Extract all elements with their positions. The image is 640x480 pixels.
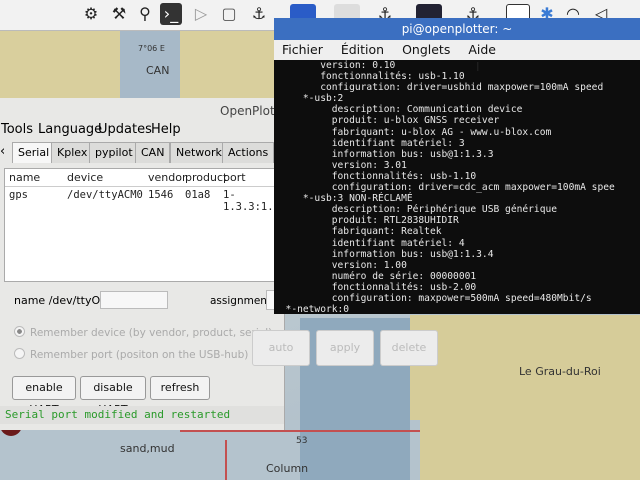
column-header[interactable]: name [9, 171, 40, 184]
terminal-line: version: 1.00 [274, 259, 407, 271]
chart-top-coord: 7°06 E [138, 44, 165, 53]
column-header[interactable]: device [67, 171, 103, 184]
status-text: Serial port modified and restarted [5, 408, 231, 421]
column-header[interactable]: vendor [148, 171, 186, 184]
table-row[interactable]: gps /dev/ttyACM0 1546 01a8 1-1.3.3:1.0 [5, 187, 280, 213]
openplotter-window: OpenPlotte Tools Language Updates Help ‹… [0, 98, 310, 430]
terminal-line: identifiant matériel: 3 [274, 137, 465, 149]
column-header[interactable]: port [223, 171, 246, 184]
status-bar: Serial port modified and restarted [0, 406, 284, 424]
refresh-button[interactable]: refresh [150, 376, 210, 400]
terminal-icon[interactable]: ›_ [160, 3, 182, 25]
tab-bar: ‹ Serial Kplex pypilot CAN Network Actio… [0, 142, 284, 164]
table-cell: 1-1.3.3:1.0 [223, 189, 280, 213]
chart-label-grau: Le Grau-du-Roi [519, 365, 601, 378]
chart-land-east [410, 315, 640, 480]
terminal-line: version: 3.01 [274, 159, 407, 171]
terminal-line: information bus: usb@1:1.3.4 [274, 248, 494, 260]
chart-red-line [180, 430, 420, 432]
table-cell: 01a8 [185, 189, 211, 201]
menu-language[interactable]: Language [38, 122, 102, 137]
device-table[interactable]: name device vendor product port gps /dev… [4, 168, 280, 282]
tab-network[interactable]: Network [170, 142, 228, 163]
terminal-line: fonctionnalités: usb-2.00 [274, 281, 477, 293]
window-title: OpenPlotte [220, 104, 287, 118]
text-cursor-icon: I [476, 60, 480, 74]
tab-serial[interactable]: Serial [12, 142, 56, 163]
name-label: name /dev/ttyOP_ [14, 294, 113, 307]
terminal-line: fabriquant: Realtek [274, 226, 442, 238]
chart-label-column: Column [266, 462, 309, 475]
tab-pypilot[interactable]: pypilot [89, 142, 139, 163]
assignment-label: assignment [210, 295, 272, 307]
disable-uart-button[interactable]: disable UART [80, 376, 146, 416]
terminal-line: version: 0.10 [274, 60, 396, 71]
terminal-window[interactable]: pi@openplotter: ~ Fichier Édition Onglet… [274, 18, 640, 314]
menu-updates[interactable]: Updates [98, 122, 152, 137]
terminal-line: *-usb:3 NON-RÉCLAMÉ [274, 193, 413, 205]
chart-sounding: 53 [296, 436, 308, 446]
table-cell: 1546 [148, 189, 174, 201]
search-icon[interactable]: ⚲ [134, 3, 156, 25]
menu-tools[interactable]: Tools [1, 122, 33, 137]
menu-fichier[interactable]: Fichier [282, 42, 323, 57]
radio-remember-device[interactable]: Remember device (by vendor, product, ser… [14, 326, 272, 339]
enable-uart-button[interactable]: enable UART [12, 376, 76, 416]
terminal-line: identifiant matériel: 4 [274, 237, 465, 249]
delete-button[interactable]: delete [380, 330, 438, 366]
terminal-line: *-usb:2 [274, 93, 344, 105]
chart-label-sand: sand,mud [120, 442, 175, 455]
table-cell: /dev/ttyACM0 [67, 189, 143, 201]
chart-red-line-vertical [225, 440, 227, 480]
radio-remember-port[interactable]: Remember port (positon on the USB-hub) [14, 348, 248, 361]
terminal-line: fonctionnalités: usb-1.10 [274, 71, 465, 83]
menu-onglets[interactable]: Onglets [402, 42, 450, 57]
terminal-output[interactable]: version: 0.10 fonctionnalités: usb-1.10 … [274, 60, 640, 314]
name-input[interactable] [100, 291, 168, 309]
terminal-line: configuration: driver=cdc_acm maxpower=1… [274, 182, 615, 194]
radio-dot [14, 326, 25, 337]
terminal-title-bar[interactable]: pi@openplotter: ~ [274, 18, 640, 40]
column-header[interactable]: product [185, 171, 227, 184]
terminal-line: description: Communication device [274, 104, 523, 116]
tab-can[interactable]: CAN [135, 142, 171, 163]
menu-edition[interactable]: Édition [341, 42, 384, 57]
menu-aide[interactable]: Aide [468, 42, 496, 57]
terminal-line: fabriquant: u-blox AG - www.u-blox.com [274, 126, 552, 138]
menu-help[interactable]: Help [151, 122, 181, 137]
terminal-line: numéro de série: 00000001 [274, 270, 477, 282]
terminal-line: information bus: usb@1:1.3.3 [274, 148, 494, 160]
terminal-line: produit: RTL2838UHIDIR [274, 215, 459, 227]
play-icon[interactable]: ▷ [190, 3, 212, 25]
terminal-line: produit: u-blox GNSS receiver [274, 115, 500, 127]
terminal-line: configuration: driver=usbhid maxpower=10… [274, 82, 604, 94]
tab-kplex[interactable]: Kplex [51, 142, 94, 163]
terminal-line: description: Périphérique USB générique [274, 204, 558, 216]
tab-scroll-left-icon[interactable]: ‹ [0, 142, 5, 162]
terminal-line: configuration: maxpower=500mA speed=480M… [274, 292, 592, 304]
terminal-line: *-network:0 [274, 304, 350, 314]
menu-bar: Tools Language Updates Help [0, 122, 284, 140]
chart-label-can: CAN [146, 64, 170, 77]
tab-actions[interactable]: Actions [222, 142, 275, 163]
terminal-menu-bar: Fichier Édition Onglets Aide [274, 40, 640, 60]
terminal-line: fonctionnalités: usb-1.10 [274, 170, 477, 182]
table-cell: gps [9, 189, 28, 201]
window-icon[interactable]: ▢ [218, 3, 240, 25]
anchor-icon[interactable]: ⚓ [248, 3, 270, 25]
auto-button[interactable]: auto [252, 330, 310, 366]
apply-button[interactable]: apply [316, 330, 374, 366]
settings-icon[interactable]: ⚙ [80, 3, 102, 25]
tools-icon[interactable]: ⚒ [108, 3, 130, 25]
radio-dot [14, 348, 25, 359]
